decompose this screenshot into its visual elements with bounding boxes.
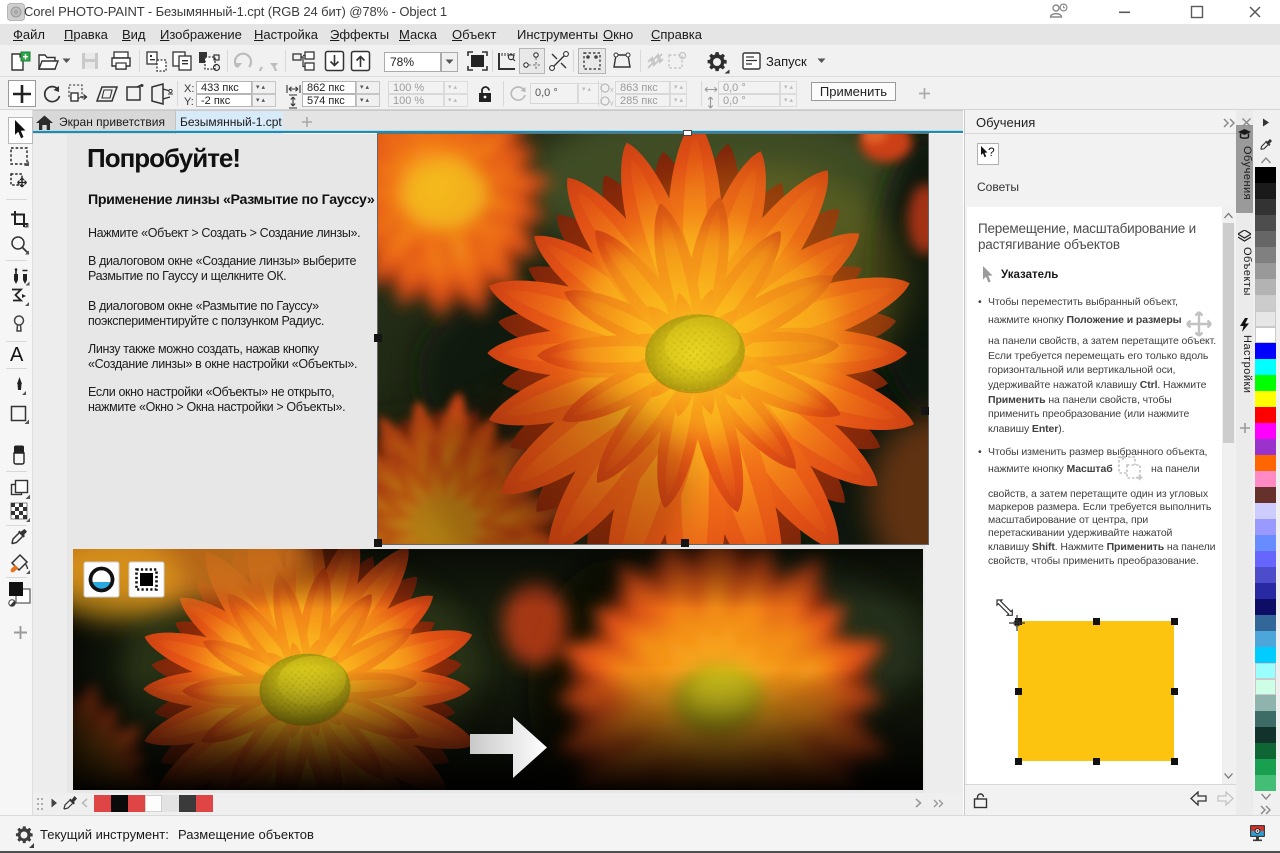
- svg-text:?: ?: [988, 146, 995, 159]
- svg-text:x: x: [610, 87, 614, 93]
- svg-text:y: y: [610, 100, 614, 106]
